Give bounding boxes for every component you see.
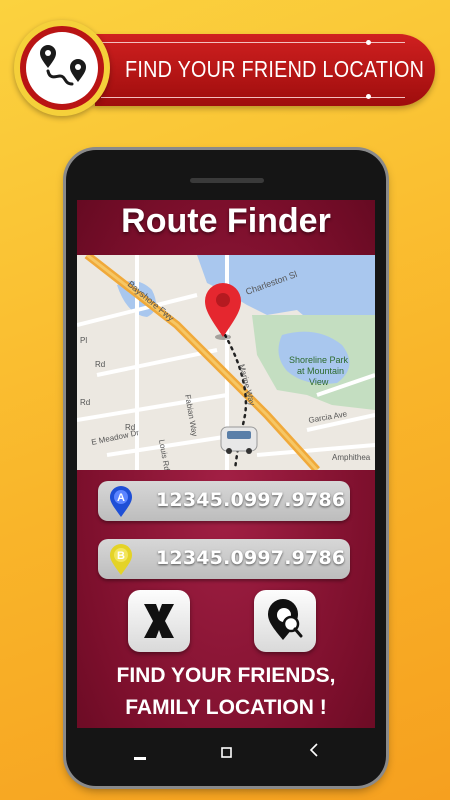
map-label: Rd	[125, 423, 135, 432]
back-icon[interactable]	[309, 742, 319, 761]
phone-speaker	[190, 178, 264, 183]
map-canvas: Bayshore Fwy Charleston Sl Shoreline Par…	[77, 255, 375, 470]
banner-dot	[366, 40, 371, 45]
android-navbar	[77, 728, 375, 778]
map-label: Pl	[80, 336, 87, 345]
banner-title: FIND YOUR FRIEND LOCATION	[125, 56, 425, 82]
pin-a-letter: A	[117, 492, 125, 504]
tagline-line1: FIND YOUR FRIENDS,	[116, 664, 336, 687]
top-banner: FIND YOUR FRIEND LOCATION	[95, 34, 435, 106]
find-location-button[interactable]	[254, 590, 316, 652]
route-icon	[40, 45, 86, 86]
app-screen: Route Finder Bayshore Fwy Charleston Sl …	[77, 200, 375, 728]
pin-a-icon: A	[110, 486, 132, 517]
close-icon	[144, 604, 174, 638]
pin-b-icon: B	[110, 544, 132, 575]
point-a-field[interactable]: A 12345.0997.9786	[98, 481, 350, 521]
badge-ring	[20, 26, 104, 110]
map-label: Rd	[80, 398, 90, 407]
point-b-field[interactable]: B 12345.0997.9786	[98, 539, 350, 579]
home-icon[interactable]	[221, 743, 232, 762]
clear-button[interactable]	[128, 590, 190, 652]
tagline: FIND YOUR FRIENDS, FAMILY LOCATION !	[77, 660, 375, 724]
point-b-value: 12345.0997.9786	[156, 547, 346, 569]
route-badge	[14, 20, 110, 116]
car-icon	[220, 426, 258, 454]
recent-apps-icon[interactable]	[134, 746, 146, 765]
map-label: Rd	[95, 360, 105, 369]
pin-b-letter: B	[117, 550, 125, 562]
phone-frame: Route Finder Bayshore Fwy Charleston Sl …	[66, 150, 386, 786]
location-search-icon	[268, 599, 303, 640]
app-title: Route Finder	[121, 202, 331, 240]
badge-core	[26, 32, 98, 104]
banner-dot	[366, 94, 371, 99]
route-map[interactable]: Bayshore Fwy Charleston Sl Shoreline Par…	[77, 255, 375, 470]
map-label: Amphithea	[332, 453, 371, 462]
point-a-value: 12345.0997.9786	[156, 489, 346, 511]
tagline-line2: FAMILY LOCATION !	[125, 696, 327, 719]
